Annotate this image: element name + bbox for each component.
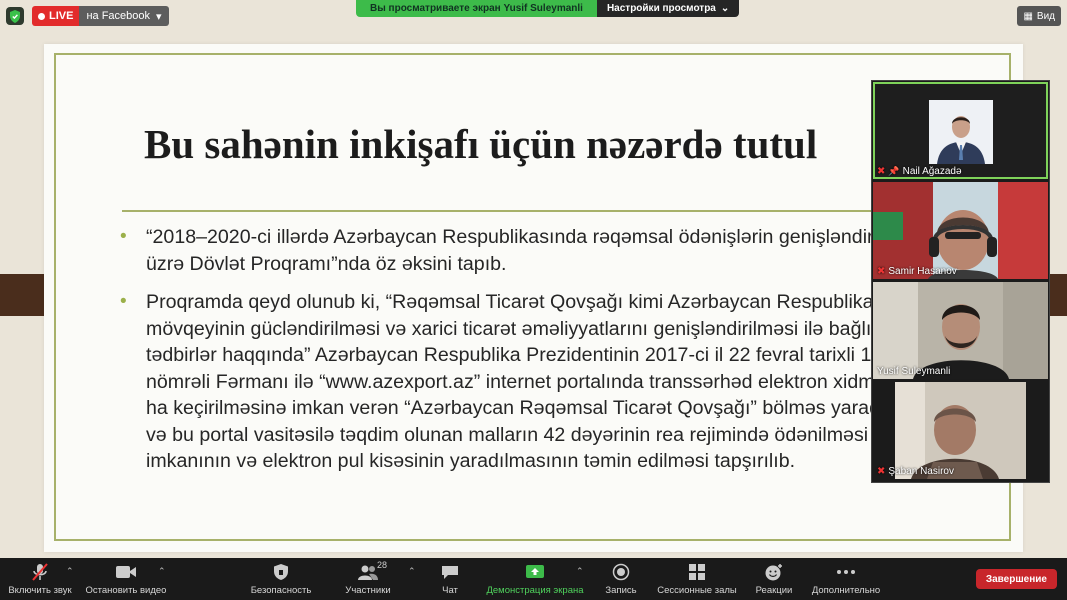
video-options-chevron-icon[interactable]: ⌃: [158, 566, 166, 577]
participant-video: [873, 82, 1048, 179]
more-label: Дополнительно: [811, 585, 881, 596]
participant-name-tag: ✖ 📌 Nail Ağazadə: [877, 166, 962, 177]
slide-bullet-list: • “2018–2020-ci illərdə Azərbaycan Respub…: [120, 224, 950, 487]
record-icon: [612, 562, 630, 582]
chevron-down-icon: ▾: [156, 10, 162, 23]
live-stream-indicator[interactable]: LIVE на Facebook ▾: [32, 6, 169, 26]
audio-options-chevron-icon[interactable]: ⌃: [66, 566, 74, 577]
view-options-dropdown[interactable]: Настройки просмотра ⌄: [596, 0, 740, 17]
reactions-button[interactable]: Реакции: [752, 562, 796, 596]
view-options-label: Настройки просмотра: [606, 3, 716, 14]
participant-name: Nail Ağazadə: [902, 166, 962, 177]
participant-name: Şaban Nasirov: [888, 466, 954, 477]
participants-button[interactable]: 28 Участники: [340, 560, 396, 596]
participants-count: 28: [377, 560, 388, 570]
participant-video: [873, 382, 1048, 479]
breakout-rooms-label: Сессионные залы: [657, 585, 737, 596]
bullet-icon: •: [120, 291, 127, 312]
mic-muted-icon: ✖: [877, 466, 886, 477]
view-button-label: Вид: [1036, 10, 1055, 22]
participant-name-tag: ✖ Samir Hasanov: [877, 266, 957, 277]
video-tile-saban[interactable]: ✖ Şaban Nasirov: [873, 382, 1048, 479]
reactions-label: Реакции: [755, 585, 793, 596]
record-label: Запись: [605, 585, 637, 596]
bullet-icon: •: [120, 226, 127, 247]
participant-video: [873, 182, 1048, 279]
slide-bullet: • “2018–2020-ci illərdə Azərbaycan Respub…: [120, 224, 950, 277]
mic-muted-icon: [30, 562, 50, 582]
meeting-toolbar: Включить звук ⌃ Остановить видео ⌃ Безоп…: [0, 558, 1067, 600]
video-tile-nail[interactable]: ✖ 📌 Nail Ağazadə: [873, 82, 1048, 179]
unmute-label: Включить звук: [8, 585, 72, 596]
security-label: Безопасность: [250, 585, 312, 596]
video-tile-yusif[interactable]: Yusif Suleymanli: [873, 282, 1048, 379]
participant-name: Samir Hasanov: [888, 266, 957, 277]
mic-muted-icon: ✖: [877, 266, 886, 277]
video-camera-icon: [115, 562, 137, 582]
video-panel[interactable]: ✖ 📌 Nail Ağazadə ✖ Samir Hasanov Yusif S…: [871, 80, 1050, 483]
shield-icon: [273, 562, 289, 582]
chat-icon: [441, 562, 459, 582]
more-button[interactable]: Дополнительно: [808, 562, 884, 596]
bullet-text: “2018–2020-ci illərdə Azərbaycan Respubl…: [146, 226, 924, 275]
security-shield-icon[interactable]: [6, 7, 24, 25]
pin-icon: 📌: [888, 166, 900, 176]
chat-label: Чат: [442, 585, 458, 596]
live-destination-label: на Facebook: [86, 10, 151, 22]
chat-button[interactable]: Чат: [436, 562, 464, 596]
view-button[interactable]: ▦ Вид: [1017, 6, 1061, 26]
live-label: LIVE: [49, 10, 74, 22]
more-dots-icon: [836, 562, 856, 582]
participant-name: Yusif Suleymanli: [877, 366, 951, 377]
stop-video-button[interactable]: Остановить видео: [84, 562, 168, 596]
participant-name-tag: Yusif Suleymanli: [877, 366, 950, 377]
end-meeting-button[interactable]: Завершение: [975, 569, 1057, 589]
breakout-rooms-button[interactable]: Сессионные залы: [656, 562, 738, 596]
stop-video-label: Остановить видео: [85, 585, 167, 596]
breakout-rooms-icon: [688, 562, 706, 582]
video-tile-samir[interactable]: ✖ Samir Hasanov: [873, 182, 1048, 279]
record-button[interactable]: Запись: [602, 562, 640, 596]
share-screen-label: Демонстрация экрана: [486, 585, 584, 596]
participants-icon: 28: [357, 560, 387, 582]
screen-share-banner: Вы просматриваете экран Yusif Suleymanli…: [356, 0, 740, 17]
participant-name-tag: ✖ Şaban Nasirov: [877, 466, 954, 477]
mic-muted-icon: ✖: [877, 166, 886, 177]
smiley-icon: [764, 562, 784, 582]
share-screen-icon: [525, 562, 545, 582]
share-screen-button[interactable]: Демонстрация экрана: [484, 562, 586, 596]
security-button[interactable]: Безопасность: [246, 562, 316, 596]
participants-options-chevron-icon[interactable]: ⌃: [408, 566, 416, 577]
participants-label: Участники: [345, 585, 391, 596]
grid-icon: ▦: [1023, 10, 1033, 22]
slide-bullet: • Proqramda qeyd olunub ki, “Rəqəmsal Tic…: [120, 289, 950, 475]
bullet-text: Proqramda qeyd olunub ki, “Rəqəmsal Tica…: [146, 291, 933, 472]
share-message: Вы просматриваете экран Yusif Suleymanli: [356, 0, 597, 17]
live-dot-icon: [38, 12, 45, 20]
top-bar: LIVE на Facebook ▾ Вы просматриваете экра…: [0, 0, 1067, 34]
participant-video: [873, 282, 1048, 379]
slide-title: Bu sahənin inkişafı üçün nəzərdə tutul: [144, 121, 818, 167]
live-badge: LIVE: [32, 6, 80, 26]
live-destination[interactable]: на Facebook ▾: [79, 6, 169, 26]
chevron-down-icon: ⌄: [720, 3, 730, 14]
share-options-chevron-icon[interactable]: ⌃: [576, 566, 584, 577]
